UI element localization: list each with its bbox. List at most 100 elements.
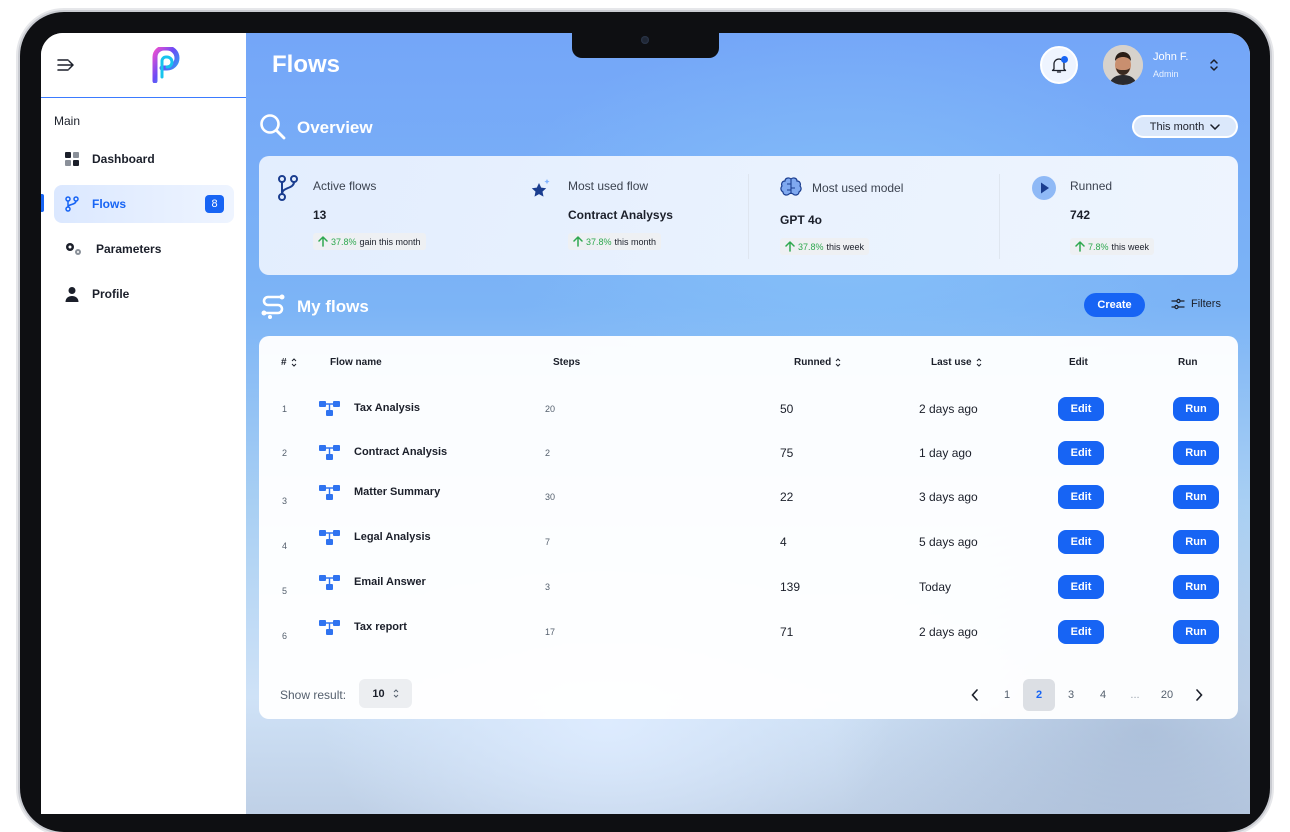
column-header-steps: Steps <box>553 357 581 368</box>
pagination-next[interactable] <box>1183 679 1215 711</box>
row-runned: 22 <box>780 490 794 504</box>
sort-icon <box>291 358 296 367</box>
column-header-runned[interactable]: Runned <box>794 357 841 368</box>
row-steps: 2 <box>545 448 551 458</box>
sidebar-item-label: Parameters <box>96 242 162 256</box>
collapse-sidebar-icon[interactable] <box>57 57 77 73</box>
flow-node-icon <box>319 445 340 460</box>
column-header-run: Run <box>1178 357 1198 368</box>
period-value: This month <box>1149 120 1205 133</box>
edit-button[interactable]: Edit <box>1058 530 1104 554</box>
pagination-page[interactable]: 1 <box>991 679 1023 711</box>
filters-button[interactable]: Filters <box>1171 298 1221 310</box>
trend-text: this month <box>614 236 657 247</box>
table-row: 4 Legal Analysis 7 4 5 days ago Edit Run <box>259 522 1238 562</box>
edit-button[interactable]: Edit <box>1058 397 1104 421</box>
row-last-use: Today <box>919 580 952 594</box>
flow-node-icon <box>319 485 340 500</box>
pagination-page[interactable]: 3 <box>1055 679 1087 711</box>
sidebar-item-flows[interactable]: Flows 8 <box>54 185 234 223</box>
flows-count-badge: 8 <box>205 195 224 213</box>
profile-icon <box>64 286 80 302</box>
row-index: 6 <box>282 631 288 641</box>
flow-name[interactable]: Tax report <box>354 621 407 633</box>
filters-label: Filters <box>1191 298 1221 310</box>
sidebar-item-profile[interactable]: Profile <box>54 275 234 313</box>
pagination-prev[interactable] <box>959 679 991 711</box>
edit-button[interactable]: Edit <box>1058 485 1104 509</box>
pagination-page[interactable]: 20 <box>1151 679 1183 711</box>
flow-name[interactable]: Legal Analysis <box>354 531 431 543</box>
column-header-edit: Edit <box>1069 357 1088 368</box>
sidebar-item-dashboard[interactable]: Dashboard <box>54 140 234 178</box>
table-row: 3 Matter Summary 30 22 3 days ago Edit Run <box>259 477 1238 517</box>
create-button[interactable]: Create <box>1084 293 1145 317</box>
flow-name[interactable]: Contract Analysis <box>354 446 447 458</box>
flow-name[interactable]: Tax Analysis <box>354 402 420 414</box>
table-row: 6 Tax report 17 71 2 days ago Edit Run <box>259 612 1238 652</box>
run-button[interactable]: Run <box>1173 530 1219 554</box>
flow-name[interactable]: Matter Summary <box>354 486 440 498</box>
notification-dot <box>1061 56 1068 63</box>
trend-text: gain this month <box>359 236 421 247</box>
sidebar-item-label: Profile <box>92 287 130 301</box>
flow-node-icon <box>319 620 340 635</box>
sidebar-item-parameters[interactable]: Parameters <box>54 230 234 268</box>
chevron-updown-icon <box>393 689 398 698</box>
flow-node-icon <box>319 575 340 590</box>
stat-trend: 37.8% this month <box>568 233 662 250</box>
arrow-up-icon <box>785 241 795 252</box>
sidebar: Main Dashboard Flows 8 Parameters Profil… <box>41 33 246 814</box>
row-runned: 4 <box>780 535 787 549</box>
show-result-select[interactable]: 10 <box>359 679 412 708</box>
flows-icon <box>64 196 80 212</box>
run-button[interactable]: Run <box>1173 485 1219 509</box>
sidebar-section-label: Main <box>54 114 81 128</box>
pagination-ellipsis: ... <box>1130 689 1140 701</box>
run-button[interactable]: Run <box>1173 397 1219 421</box>
show-result-value: 10 <box>372 687 385 700</box>
row-index: 1 <box>282 404 288 414</box>
star-sparkle-icon <box>531 179 550 197</box>
camera-notch <box>572 33 719 58</box>
flow-name[interactable]: Email Answer <box>354 576 426 588</box>
notifications-button[interactable] <box>1040 46 1078 84</box>
run-button[interactable]: Run <box>1173 575 1219 599</box>
edit-button[interactable]: Edit <box>1058 620 1104 644</box>
run-button[interactable]: Run <box>1173 441 1219 465</box>
row-steps: 3 <box>545 582 551 592</box>
row-runned: 50 <box>780 402 794 416</box>
row-last-use: 1 day ago <box>919 446 972 460</box>
row-index: 3 <box>282 496 288 506</box>
stat-label: Active flows <box>313 179 377 193</box>
stat-label: Most used model <box>812 181 904 195</box>
column-header-name: Flow name <box>330 357 382 368</box>
camera-icon <box>641 36 649 44</box>
table-row: 1 Tax Analysis 20 50 2 days ago Edit Run <box>259 389 1238 429</box>
chevron-updown-icon[interactable] <box>1209 57 1219 73</box>
user-role: Admin <box>1153 69 1179 79</box>
row-last-use: 3 days ago <box>919 490 978 504</box>
row-steps: 17 <box>545 627 556 637</box>
row-steps: 20 <box>545 404 556 414</box>
edit-button[interactable]: Edit <box>1058 575 1104 599</box>
column-header-last-use[interactable]: Last use <box>931 357 982 368</box>
row-runned: 75 <box>780 446 794 460</box>
row-steps: 7 <box>545 537 551 547</box>
column-header-index[interactable]: # <box>281 357 297 368</box>
flow-node-icon <box>319 401 340 416</box>
run-button[interactable]: Run <box>1173 620 1219 644</box>
pagination-page-current[interactable]: 2 <box>1023 679 1055 711</box>
column-label: # <box>281 357 287 368</box>
trend-percent: 37.8% <box>586 236 612 247</box>
parameters-icon <box>64 241 84 257</box>
avatar[interactable] <box>1103 45 1143 85</box>
period-select[interactable]: This month <box>1132 115 1238 138</box>
brain-icon <box>780 177 802 196</box>
edit-button[interactable]: Edit <box>1058 441 1104 465</box>
pagination-page[interactable]: 4 <box>1087 679 1119 711</box>
row-steps: 30 <box>545 492 556 502</box>
arrow-up-icon <box>1075 241 1085 252</box>
chevron-right-icon <box>1196 689 1203 701</box>
row-index: 2 <box>282 448 288 458</box>
